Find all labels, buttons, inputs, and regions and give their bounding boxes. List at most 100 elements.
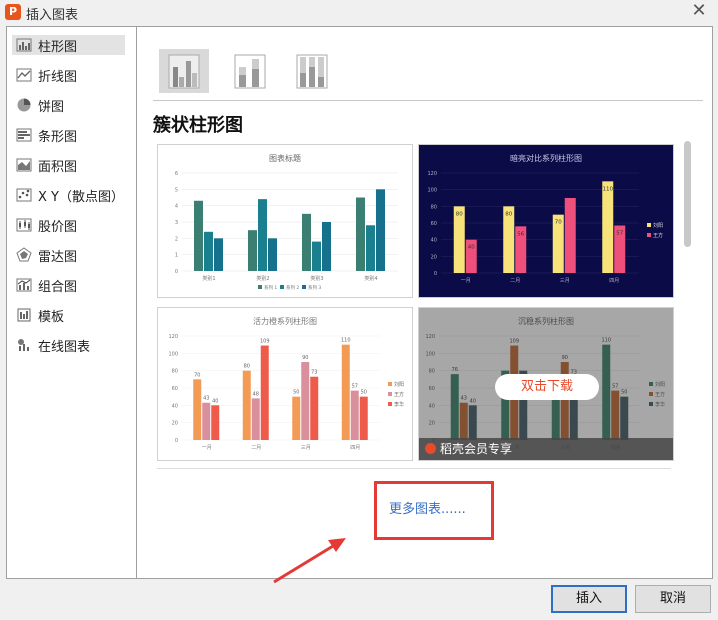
y-tick-label: 60 — [172, 386, 178, 392]
percent-stacked-column-subtype[interactable] — [287, 49, 337, 93]
sidebar-item-label: 面积图 — [38, 159, 78, 175]
y-tick-label: 0 — [434, 271, 437, 277]
data-label: 57 — [352, 384, 358, 390]
y-tick-label: 40 — [431, 238, 437, 244]
data-label: 90 — [302, 355, 308, 361]
bar — [356, 197, 365, 271]
x-tick-label: 二月 — [510, 278, 520, 284]
dark-chart-preview: 暗亮对比系列柱形图 0 20 40 60 80 100 120 一月 80 40 二月 80 56 三月 70… — [419, 145, 673, 297]
x-tick-label: 类别4 — [364, 275, 377, 282]
insert-button[interactable]: 插入 — [551, 585, 627, 613]
bar — [359, 396, 368, 440]
section-title: 簇状柱形图 — [153, 115, 243, 136]
cancel-button[interactable]: 取消 — [635, 585, 711, 613]
legend-label: 王方 — [653, 232, 663, 239]
clustered-column-subtype[interactable] — [159, 49, 209, 93]
legend-swatch — [302, 285, 306, 289]
legend-swatch — [258, 285, 262, 289]
bar — [260, 345, 269, 440]
sidebar-item-column-chart[interactable]: 柱形图 — [12, 35, 125, 55]
sidebar-item-pie-chart[interactable]: 饼图 — [12, 95, 125, 115]
sidebar-item-label: 柱形图 — [38, 39, 78, 55]
x-tick-label: 三月 — [560, 278, 570, 284]
radar-chart-icon — [15, 247, 33, 263]
y-tick-label: 0 — [175, 269, 178, 275]
sidebar-item-bar-chart[interactable]: 条形图 — [12, 125, 125, 145]
sidebar-item-online-chart[interactable]: 在线图表 — [12, 335, 125, 355]
template-calm-thumbnail[interactable]: 沉稳系列柱形图020406080100120一月764340二月109三月907… — [418, 307, 674, 461]
template-default-thumbnail[interactable]: 图表标题 0 1 2 3 4 5 6 类别1 类别2 类别3 类别4 系列 1 系列 2 系列 3 — [157, 144, 413, 298]
chart-title: 活力橙系列柱形图 — [253, 316, 317, 326]
more-charts-link[interactable]: 更多图表...... — [389, 498, 466, 517]
pie-chart-icon — [15, 97, 33, 113]
close-icon[interactable]: ✕ — [690, 2, 708, 20]
clustered-column-icon — [168, 54, 200, 89]
x-tick-label: 类别2 — [256, 275, 269, 282]
sidebar-item-label: 模板 — [38, 309, 65, 325]
sidebar-item-label: 条形图 — [38, 129, 78, 145]
x-tick-label: 一月 — [202, 445, 212, 451]
data-label: 80 — [244, 364, 250, 370]
bar — [258, 199, 267, 271]
sidebar-item-label: 饼图 — [38, 99, 65, 115]
data-label: 40 — [212, 398, 218, 404]
line-chart-icon — [15, 67, 33, 83]
chart-type-sidebar: 柱形图折线图饼图条形图面积图 X Y（散点图） 股价图雷达图组合图模板在线图表 — [7, 27, 137, 578]
bar — [242, 370, 251, 440]
sidebar-item-label: 在线图表 — [38, 339, 91, 355]
title-bar: P 插入图表 ✕ — [0, 0, 718, 24]
bar — [341, 344, 350, 440]
legend-label: 刘阳 — [653, 222, 663, 229]
percent-stacked-column-icon — [296, 54, 328, 89]
bar — [301, 362, 310, 440]
sidebar-item-line-chart[interactable]: 折线图 — [12, 65, 125, 85]
window-title: 插入图表 — [26, 8, 79, 23]
template-vivid-thumbnail[interactable]: 活力橙系列柱形图 0 20 40 60 80 100 120 一月 70 43 40 二月 80 48 109… — [157, 307, 413, 461]
y-tick-label: 20 — [172, 421, 178, 427]
bar — [214, 238, 223, 271]
sidebar-item-stock-chart[interactable]: 股价图 — [12, 215, 125, 235]
stock-chart-icon — [15, 217, 33, 233]
bar-chart-icon — [15, 127, 33, 143]
bar — [248, 230, 257, 271]
template-dark-thumbnail[interactable]: 暗亮对比系列柱形图 0 20 40 60 80 100 120 一月 80 40 二月 80 56 三月 70… — [418, 144, 674, 298]
template-scrollbar[interactable] — [684, 141, 691, 247]
legend-label: 李华 — [394, 401, 404, 408]
column-chart-icon — [15, 37, 33, 53]
legend-label: 系列 3 — [308, 284, 321, 291]
chart-title: 图表标题 — [269, 153, 301, 163]
template-icon — [15, 307, 33, 323]
data-label: 48 — [253, 391, 259, 397]
sidebar-item-label: X Y（散点图） — [38, 189, 124, 205]
bar — [268, 238, 277, 271]
data-label: 110 — [341, 338, 351, 344]
double-click-download-button[interactable]: 双击下载 — [495, 374, 599, 400]
bar — [312, 241, 321, 271]
stacked-column-subtype[interactable] — [225, 49, 275, 93]
sidebar-item-combo-chart[interactable]: 组合图 — [12, 275, 125, 295]
bar — [204, 231, 213, 271]
sidebar-item-area-chart[interactable]: 面积图 — [12, 155, 125, 175]
bar — [251, 398, 260, 440]
data-label: 40 — [468, 245, 475, 251]
x-tick-label: 三月 — [301, 445, 311, 451]
bar — [194, 200, 203, 271]
bar — [310, 376, 319, 440]
stacked-column-icon — [234, 54, 266, 89]
more-charts-highlight: 更多图表...... — [374, 481, 494, 540]
sidebar-item-scatter-chart[interactable]: X Y（散点图） — [12, 185, 125, 205]
sidebar-item-label: 股价图 — [38, 219, 78, 235]
y-tick-label: 60 — [431, 221, 437, 227]
legend-label: 刘阳 — [394, 381, 404, 388]
bar — [602, 181, 614, 273]
sidebar-item-radar-chart[interactable]: 雷达图 — [12, 245, 125, 265]
sidebar-item-label: 组合图 — [38, 279, 78, 295]
member-exclusive-label: 稻壳会员专享 — [440, 442, 513, 456]
data-label: 50 — [361, 390, 367, 396]
y-tick-label: 120 — [168, 334, 178, 340]
legend-label: 系列 1 — [264, 284, 277, 291]
data-label: 70 — [194, 372, 200, 378]
y-tick-label: 100 — [168, 351, 178, 357]
x-tick-label: 类别1 — [202, 275, 215, 282]
sidebar-item-template[interactable]: 模板 — [12, 305, 125, 325]
